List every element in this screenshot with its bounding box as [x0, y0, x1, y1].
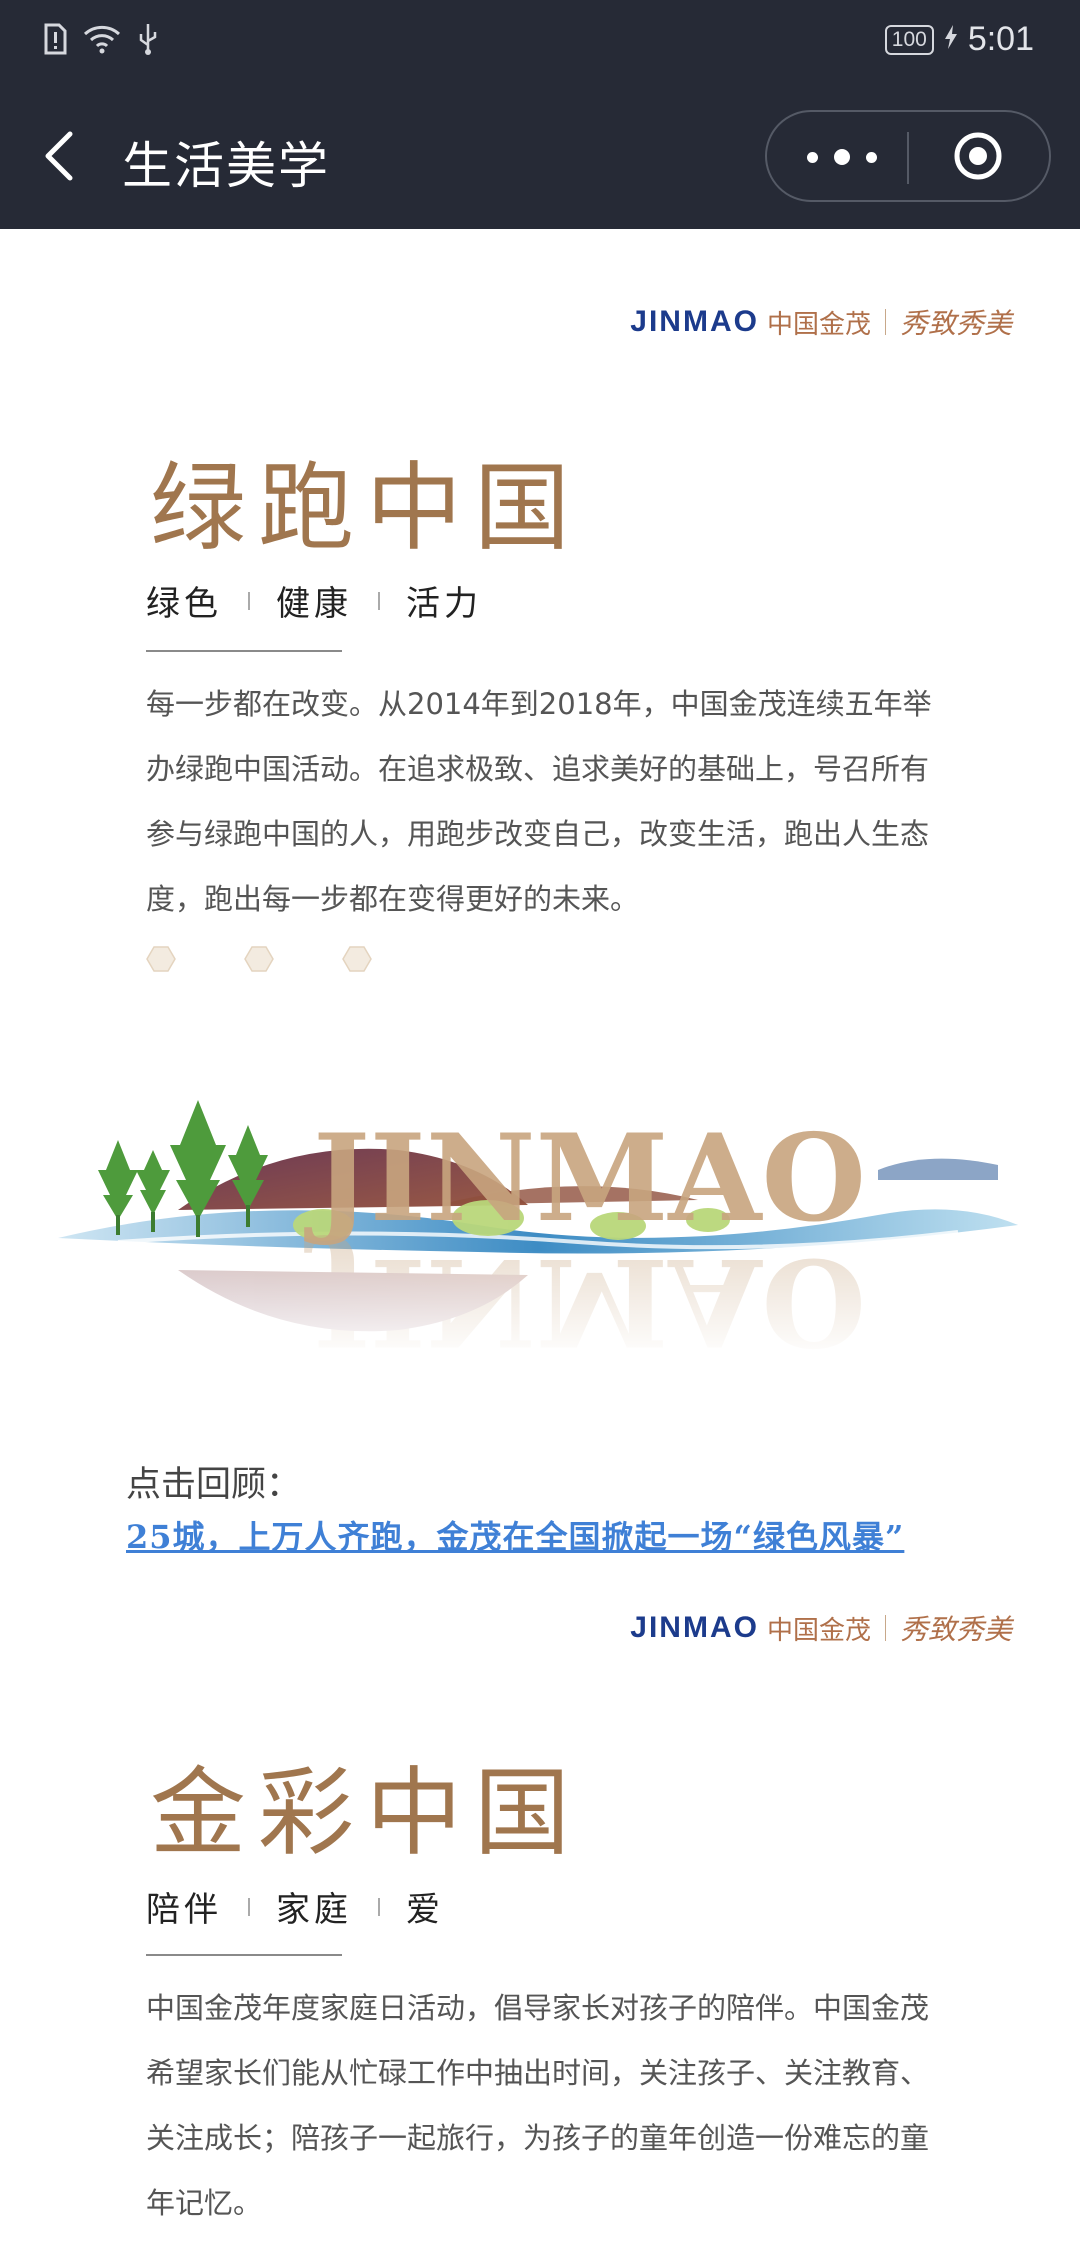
back-button[interactable] [40, 126, 84, 186]
banner-text: JINMAO [304, 1108, 866, 1249]
mini-program-capsule [765, 110, 1051, 202]
navigation-bar: 生活美学 [0, 100, 1080, 220]
title-underline [146, 1954, 342, 1956]
status-right: 100 5:01 [884, 20, 1034, 59]
target-icon [954, 132, 1002, 180]
tag-divider [248, 591, 250, 610]
logo-cn: 中国金茂 [766, 309, 871, 340]
title-underline [146, 650, 342, 652]
hexagon-icon [146, 946, 176, 972]
more-dot-icon [834, 149, 850, 165]
close-mini-program-button[interactable] [953, 131, 1003, 181]
hexagon-icon [342, 946, 372, 972]
logo-en: JINMAO [630, 305, 759, 338]
recap-label: 点击回顾： [126, 1465, 302, 1505]
tag-divider [248, 1897, 250, 1916]
status-bar: 100 5:01 [0, 0, 1080, 86]
logo-slogan: 秀致秀美 [899, 1613, 1012, 1646]
brand-logo: JINMAO 中国金茂 秀致秀美 [630, 1608, 1012, 1648]
tag: 陪伴 [146, 1890, 222, 1930]
wifi-icon [82, 23, 122, 59]
tag-divider [378, 591, 380, 610]
tag-divider [378, 1897, 380, 1916]
decorative-hexes [146, 946, 372, 972]
hexagon-icon [244, 946, 274, 972]
tag: 绿色 [146, 584, 222, 624]
recap-article-link[interactable]: 25城，上万人齐跑，金茂在全国掀起一场“绿色风暴” [126, 1512, 904, 1558]
section-tags: 陪伴 家庭 爱 [146, 1882, 444, 1931]
logo-divider [884, 1615, 886, 1641]
capsule-divider [907, 132, 909, 184]
status-left-icons [42, 22, 160, 60]
logo-en: JINMAO [630, 1611, 759, 1644]
more-dot-icon [866, 151, 877, 163]
page-title: 生活美学 [122, 137, 330, 195]
more-options-button[interactable] [807, 142, 877, 172]
tag: 活力 [406, 584, 482, 624]
jinmao-banner-image: JINMAO JINMAO [58, 1100, 1058, 1360]
clock: 5:01 [967, 20, 1034, 58]
section-tags: 绿色 健康 活力 [146, 576, 482, 625]
charging-icon [944, 20, 958, 59]
more-dot-icon [807, 151, 818, 163]
section-title: 金彩中国 [150, 1757, 582, 1869]
tag: 爱 [406, 1890, 444, 1930]
section-paragraph: 中国金茂年度家庭日活动，倡导家长对孩子的陪伴。中国金茂希望家长们能从忙碌工作中抽… [146, 1991, 930, 2220]
logo-divider [884, 309, 886, 335]
alert-icon [42, 23, 68, 59]
logo-cn: 中国金茂 [766, 1615, 871, 1646]
tag: 健康 [276, 584, 352, 624]
app-top-bar: 100 5:01 生活美学 [0, 0, 1080, 229]
brand-logo: JINMAO 中国金茂 秀致秀美 [630, 302, 1012, 342]
section-title: 绿跑中国 [150, 452, 582, 564]
battery-indicator: 100 [884, 24, 934, 55]
tag: 家庭 [276, 1890, 352, 1930]
section-paragraph: 每一步都在改变。从2014年到2018年，中国金茂连续五年举办绿跑中国活动。在追… [146, 687, 932, 916]
chevron-left-icon [45, 131, 73, 181]
usb-icon [136, 22, 160, 60]
logo-slogan: 秀致秀美 [899, 307, 1012, 340]
